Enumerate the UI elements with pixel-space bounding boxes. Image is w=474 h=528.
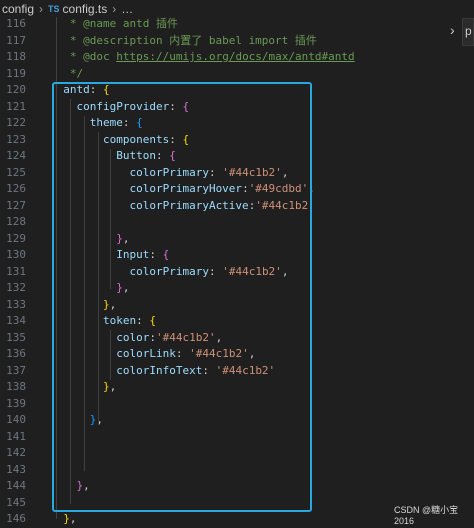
line-number: 144 bbox=[6, 479, 26, 492]
line-number: 117 bbox=[6, 33, 26, 47]
line-number: 135 bbox=[6, 330, 26, 344]
code-token: */ bbox=[50, 66, 84, 80]
line-number: 143 bbox=[6, 462, 26, 476]
breadcrumb-separator-2: › bbox=[112, 1, 117, 16]
line-number: 141 bbox=[6, 429, 26, 443]
code-token: * @doc bbox=[50, 50, 117, 63]
line-number: 134 bbox=[6, 314, 26, 327]
breadcrumb-more[interactable]: … bbox=[121, 2, 133, 16]
code-token: * @description 内置了 babel import 插件 bbox=[50, 33, 317, 47]
code-token: * bbox=[50, 17, 84, 30]
line-number: 120 bbox=[6, 83, 26, 96]
typescript-file-icon: TS bbox=[48, 3, 60, 14]
code-line[interactable]: */ bbox=[50, 66, 83, 83]
line-number: 142 bbox=[6, 446, 26, 459]
line-number: 140 bbox=[6, 413, 26, 426]
code-line[interactable]: * @description 内置了 babel import 插件 bbox=[50, 33, 317, 50]
watermark: CSDN @糖小宝2016 bbox=[394, 505, 459, 526]
line-number: 119 bbox=[6, 66, 26, 80]
line-number: 123 bbox=[6, 132, 26, 146]
line-number: 122 bbox=[6, 116, 26, 129]
line-number: 118 bbox=[6, 50, 26, 63]
breadcrumb-folder[interactable]: config bbox=[2, 2, 34, 16]
highlight-box bbox=[52, 82, 312, 512]
line-number: 146 bbox=[6, 512, 26, 525]
code-token: https://umijs.org/docs/max/antd#antd bbox=[116, 50, 355, 63]
breadcrumb-separator: › bbox=[39, 1, 44, 16]
code-line[interactable]: * @doc https://umijs.org/docs/max/antd#a… bbox=[50, 49, 355, 66]
line-number: 131 bbox=[6, 264, 26, 278]
line-number: 128 bbox=[6, 215, 26, 228]
line-number: 130 bbox=[6, 248, 26, 261]
line-number: 126 bbox=[6, 182, 26, 195]
line-number-gutter: 116 117 118 119 120 121 122 123 124 125 126 127 128 1… bbox=[0, 17, 50, 525]
code-token: @name antd 插件 bbox=[83, 17, 178, 30]
line-number: 137 bbox=[6, 363, 26, 377]
code-line[interactable]: }, bbox=[50, 511, 76, 528]
line-number: 127 bbox=[6, 198, 26, 212]
line-number: 133 bbox=[6, 297, 26, 311]
line-number: 138 bbox=[6, 380, 26, 393]
line-number: 139 bbox=[6, 396, 26, 410]
line-number: 136 bbox=[6, 347, 26, 360]
line-number: 116 bbox=[6, 17, 26, 30]
code-line[interactable]: * @name antd 插件 bbox=[50, 16, 178, 33]
line-number: 129 bbox=[6, 231, 26, 245]
line-number: 125 bbox=[6, 165, 26, 179]
line-number: 124 bbox=[6, 149, 26, 162]
breadcrumb-file[interactable]: config.ts bbox=[63, 2, 108, 16]
line-number: 145 bbox=[6, 495, 26, 509]
line-number: 121 bbox=[6, 99, 26, 113]
breadcrumb: config › TS config.ts › … bbox=[0, 0, 474, 17]
line-number: 132 bbox=[6, 281, 26, 294]
